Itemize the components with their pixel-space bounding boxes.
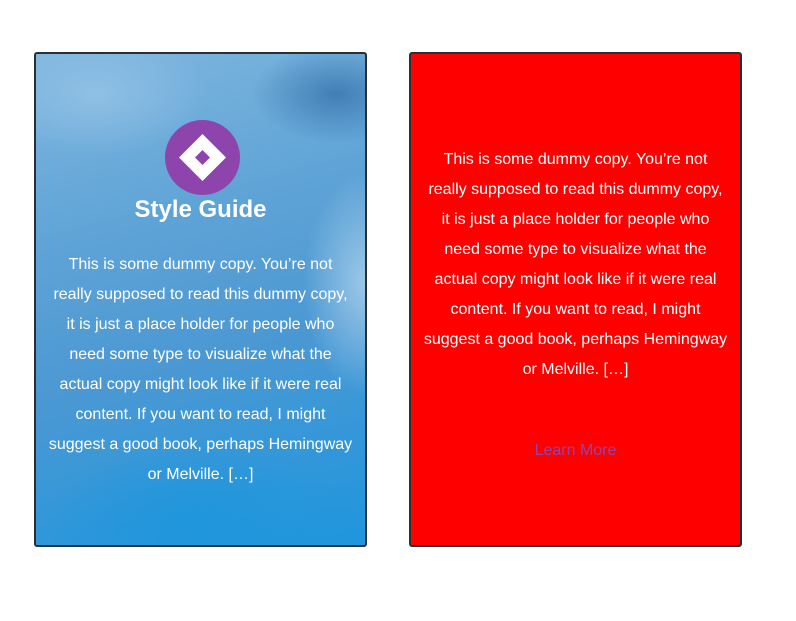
style-guide-card: Style Guide This is some dummy copy. You… [34,52,367,547]
card-description: This is some dummy copy. You’re not real… [48,256,353,483]
promo-card: This is some dummy copy. You’re not real… [409,52,742,547]
learn-more-link[interactable]: Learn More [411,436,740,466]
diamond-icon [165,120,240,195]
page: Style Guide This is some dummy copy. You… [0,0,796,621]
card-description: This is some dummy copy. You’re not real… [423,151,728,378]
card-title: Style Guide [134,196,267,223]
